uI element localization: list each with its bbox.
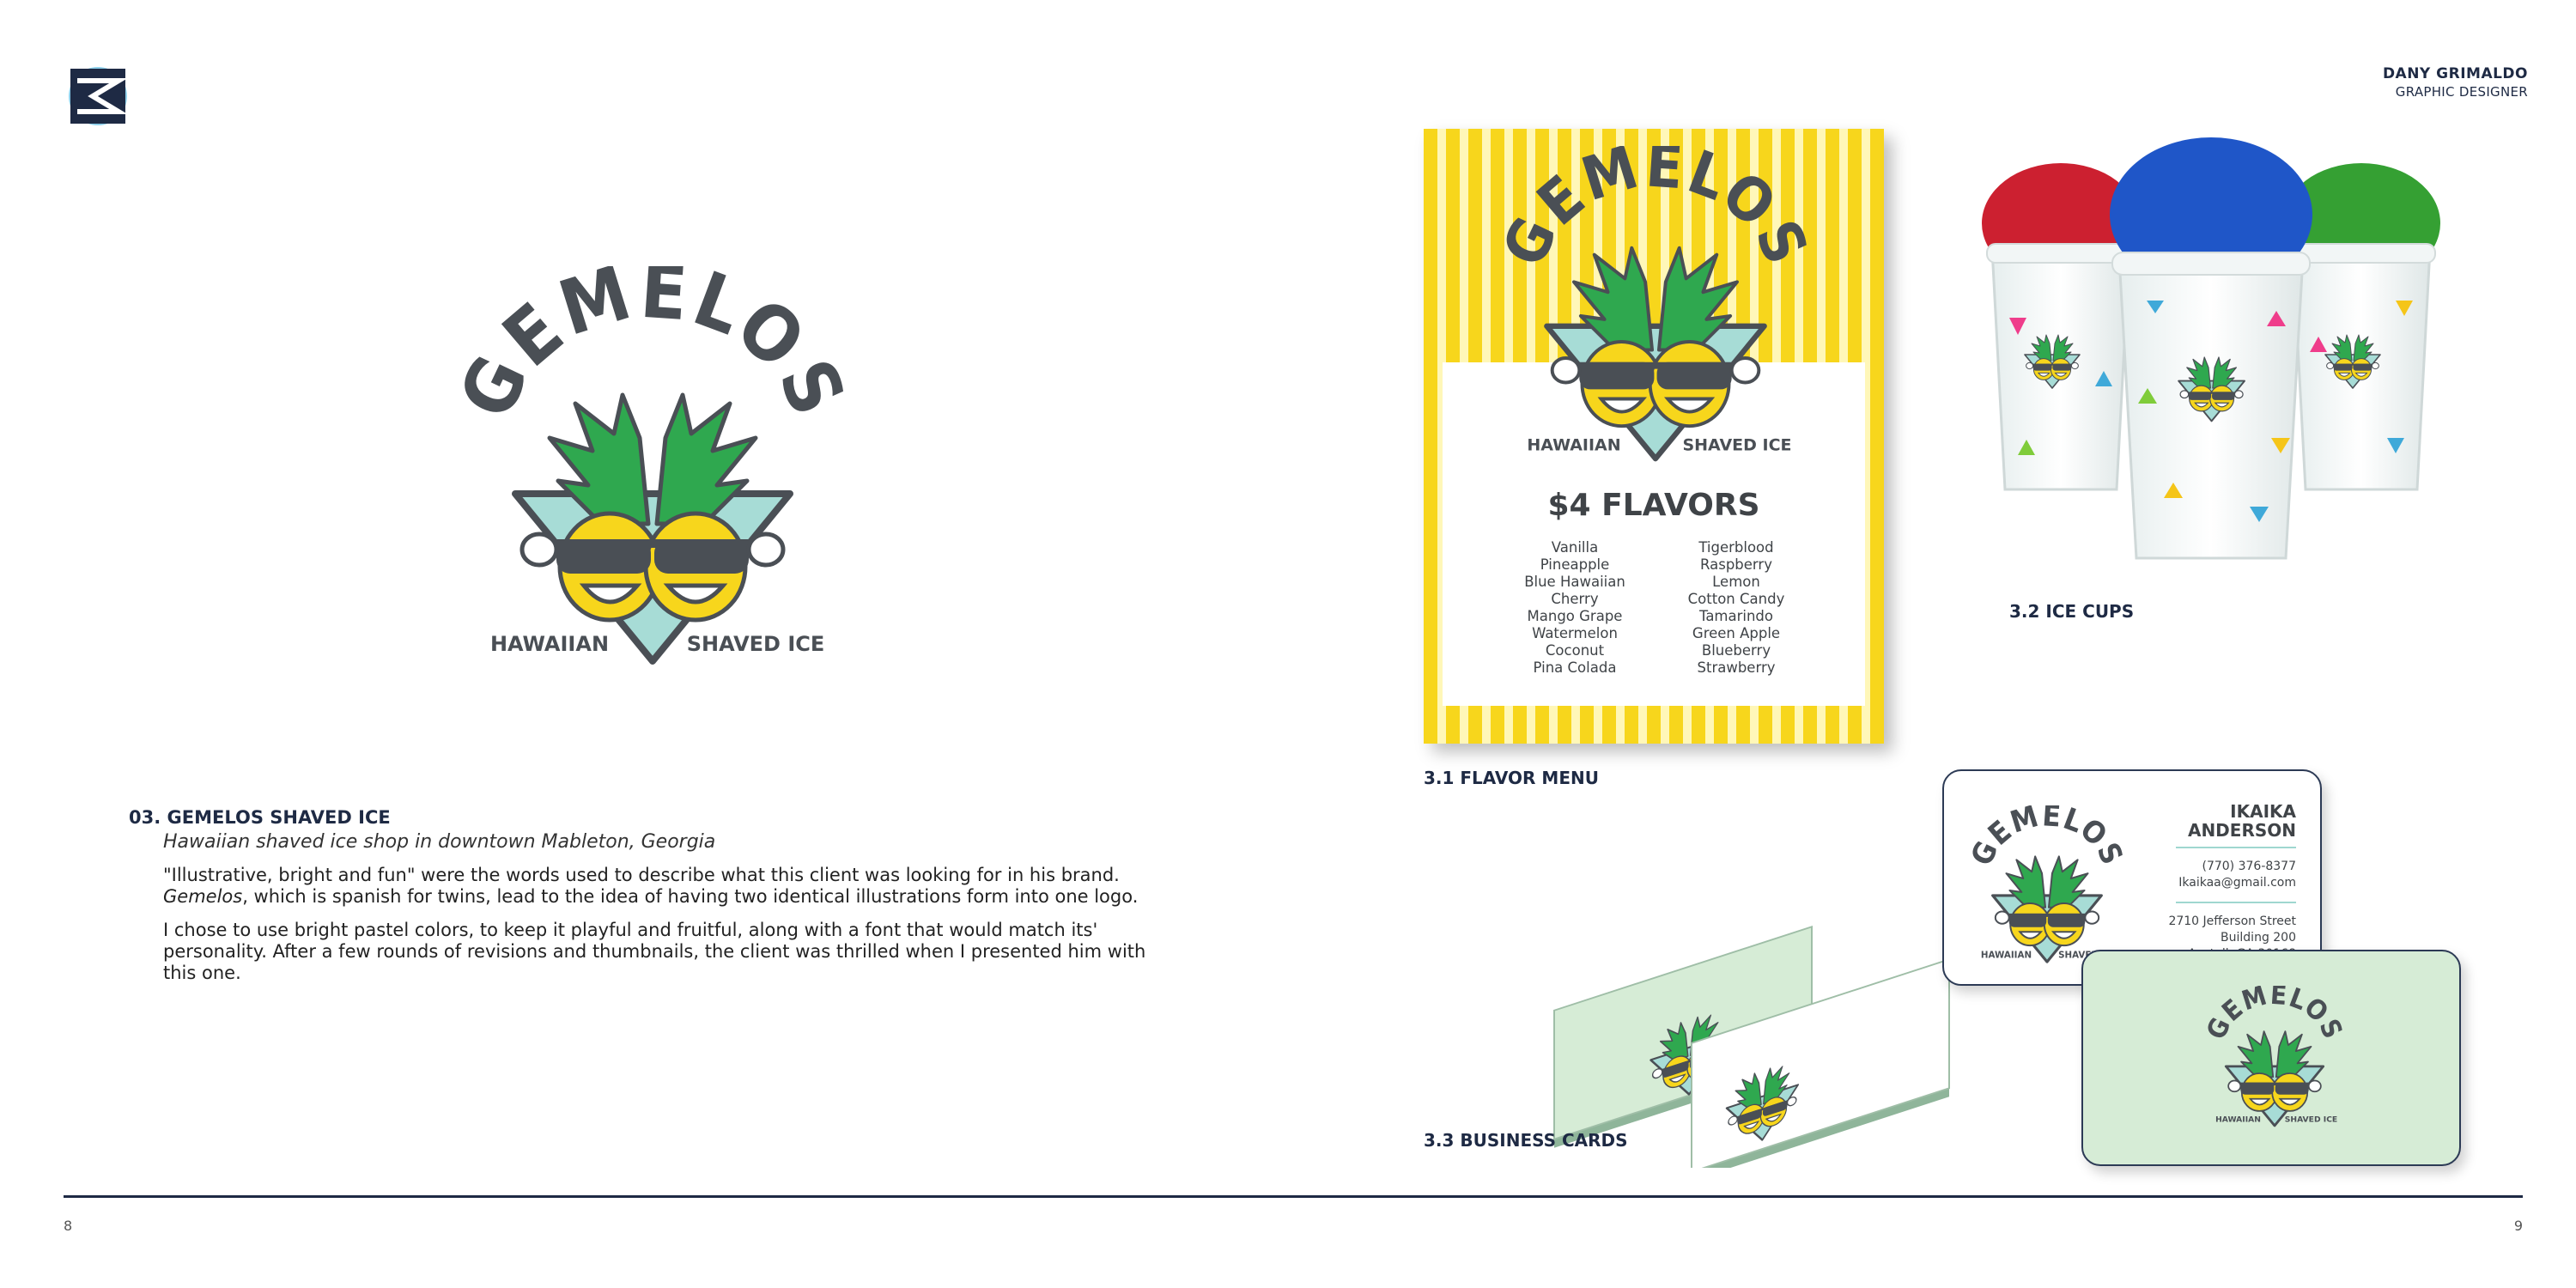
flavor-item: Green Apple xyxy=(1692,625,1781,641)
card-back-logo: GEMELOS HAWAIIAN SHAVED ICE xyxy=(2201,980,2348,1132)
designer-role: GRAPHIC DESIGNER xyxy=(2395,84,2528,100)
paragraph-1-emphasis: Gemelos xyxy=(163,886,243,907)
footer-rule xyxy=(64,1195,2523,1198)
card-back-tag-right: SHAVED ICE xyxy=(2285,1115,2337,1125)
flavor-item: Pineapple xyxy=(1540,556,1610,573)
project-paragraph-1: "Illustrative, bright and fun" were the … xyxy=(163,865,1159,908)
menu-heading: $4 FLAVORS xyxy=(1547,488,1760,523)
card-front-logo: GEMELOS HAWAIIAN SHAVED ICE xyxy=(1961,799,2133,969)
flavor-menu-poster: GEMELOS HAWAIIAN SHAVED ICE $4 FLAVORS V… xyxy=(1424,129,1884,744)
svg-text:GEMELOS: GEMELOS xyxy=(2202,986,2348,1044)
card-divider-top xyxy=(2176,847,2296,848)
designer-name: DANY GRIMALDO xyxy=(2382,65,2528,82)
flavor-item: Tigerblood xyxy=(1698,539,1774,556)
flavor-item: Tamarindo xyxy=(1698,608,1774,624)
caption-flavor-menu: 3.1 FLAVOR MENU xyxy=(1424,768,1599,788)
flavor-item: Blue Hawaiian xyxy=(1524,574,1625,590)
menu-logo-brand: GEMELOS xyxy=(1489,131,1819,276)
card-last-name: ANDERSON xyxy=(2187,820,2296,841)
logo-brand-text: GEMELOS xyxy=(441,246,860,431)
caption-ice-cups: 3.2 ICE CUPS xyxy=(2009,601,2135,622)
project-description: 03. GEMELOS SHAVED ICE Hawaiian shaved i… xyxy=(129,807,1159,984)
flavor-item: Pina Colada xyxy=(1533,659,1617,676)
flavor-item: Cherry xyxy=(1551,591,1599,607)
svg-text:GEMELOS: GEMELOS xyxy=(447,266,859,431)
designer-credit: DANY GRIMALDO GRAPHIC DESIGNER xyxy=(2383,65,2528,100)
flavor-item: Watermelon xyxy=(1532,625,1618,641)
card-phone: (770) 376-8377 xyxy=(2202,860,2297,873)
paragraph-1-line-a: "Illustrative, bright and fun" were the … xyxy=(163,865,1120,885)
flavor-item: Vanilla xyxy=(1551,539,1599,556)
gemelos-main-logo: GEMELOS HAWAIIAN SHAVED ICE xyxy=(441,246,860,678)
business-card-stacks xyxy=(1546,893,1975,1181)
caption-business-cards: 3.3 BUSINESS CARDS xyxy=(1424,1130,1628,1151)
project-paragraph-2: I chose to use bright pastel colors, to … xyxy=(163,920,1146,983)
page-number-right: 9 xyxy=(2513,1218,2523,1234)
card-email: Ikaikaa@gmail.com xyxy=(2178,876,2296,890)
logo-tag-right: SHAVED ICE xyxy=(687,632,825,656)
flavor-item: Mango Grape xyxy=(1527,608,1623,624)
flavor-item: Strawberry xyxy=(1697,659,1776,676)
card-phone-email: (770) 376-8377 Ikaikaa@gmail.com xyxy=(2178,859,2296,891)
paragraph-1-line-b: , which is spanish for twins, lead to th… xyxy=(242,886,1139,907)
card-logo-tag-left: HAWAIIAN xyxy=(1981,950,2032,960)
logo-tag-left: HAWAIIAN xyxy=(490,632,609,656)
menu-logo: GEMELOS HAWAIIAN SHAVED ICE xyxy=(1475,131,1836,472)
card-back-brand: GEMELOS xyxy=(2201,980,2348,1044)
svg-text:GEMELOS: GEMELOS xyxy=(1965,805,2129,871)
card-back-tag-left: HAWAIIAN xyxy=(2215,1115,2261,1125)
page-number-left: 8 xyxy=(64,1218,73,1234)
flavor-list-right: Tigerblood Raspberry Lemon Cotton Candy Tama… xyxy=(1650,539,1822,677)
flavor-item: Raspberry xyxy=(1700,556,1772,573)
flavor-item: Blueberry xyxy=(1701,642,1771,659)
card-building: Building 200 xyxy=(2221,931,2296,945)
card-logo-brand: GEMELOS xyxy=(1965,799,2128,871)
flavor-list-left: Vanilla Pineapple Blue Hawaiian Cherry Mango… xyxy=(1489,539,1661,677)
flavor-item: Lemon xyxy=(1712,574,1760,590)
menu-logo-tag-right: SHAVED ICE xyxy=(1682,436,1791,455)
project-subtitle: Hawaiian shaved ice shop in downtown Mab… xyxy=(163,831,716,853)
card-divider-bottom xyxy=(2176,902,2296,903)
svg-text:GEMELOS: GEMELOS xyxy=(1489,146,1821,276)
card-street: 2710 Jefferson Street xyxy=(2168,914,2296,928)
menu-logo-tag-left: HAWAIIAN xyxy=(1527,436,1620,455)
flavor-item: Coconut xyxy=(1545,642,1605,659)
project-title: 03. GEMELOS SHAVED ICE xyxy=(129,807,391,828)
business-card-back: GEMELOS HAWAIIAN SHAVED ICE xyxy=(2081,950,2461,1166)
card-contact-name: IKAIKA ANDERSON xyxy=(2124,802,2296,840)
ice-cups-mockup xyxy=(1966,129,2456,575)
designer-monogram-icon xyxy=(67,65,129,127)
card-first-name: IKAIKA xyxy=(2230,801,2296,822)
flavor-item: Cotton Candy xyxy=(1687,591,1785,607)
